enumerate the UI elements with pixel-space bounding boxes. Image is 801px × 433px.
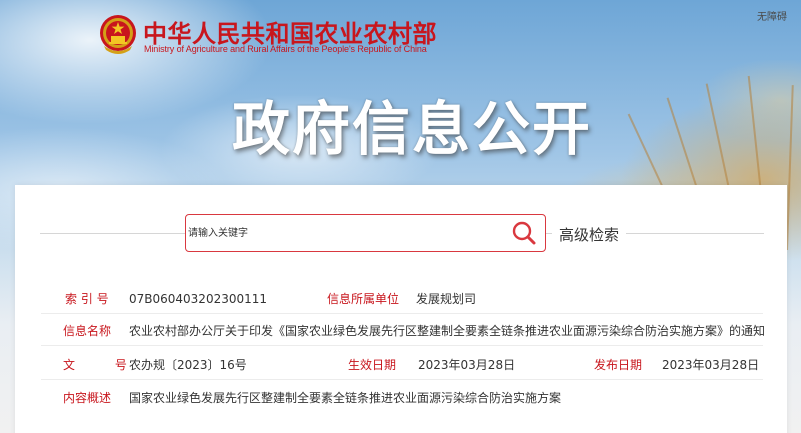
search-input[interactable] (186, 215, 503, 251)
accessibility-link[interactable]: 无障碍 (757, 8, 787, 23)
effective-value: 2023年03月28日 (418, 358, 516, 372)
index-label: 索 引 号 (65, 292, 109, 306)
name-value: 农业农村部办公厅关于印发《国家农业绿色发展先行区整建制全要素全链条推进农业面源污… (129, 324, 766, 338)
info-row-summary: 内容概述 国家农业绿色发展先行区整建制全要素全链条推进农业面源污染综合防治实施方… (41, 383, 763, 413)
publish-label: 发布日期 (594, 358, 643, 372)
name-label: 信息名称 (63, 324, 112, 338)
doc-value: 农办规〔2023〕16号 (129, 358, 247, 372)
info-row-docnum: 文 号 农办规〔2023〕16号 生效日期 2023年03月28日 发布日期 2… (41, 350, 763, 380)
search-divider-left (40, 233, 185, 234)
search-button[interactable] (503, 215, 545, 251)
summary-value: 国家农业绿色发展先行区整建制全要素全链条推进农业面源污染综合防治实施方案 (129, 391, 562, 405)
search-divider-right (626, 233, 764, 234)
search-divider-mid (546, 233, 552, 234)
info-row-index: 索 引 号 07B060403202300111 信息所属单位 发展规划司 (41, 284, 763, 314)
unit-value: 发展规划司 (416, 292, 477, 306)
info-table: 索 引 号 07B060403202300111 信息所属单位 发展规划司 信息… (41, 276, 766, 416)
publish-value: 2023年03月28日 (662, 358, 760, 372)
summary-label: 内容概述 (63, 391, 112, 405)
ministry-name-en: Ministry of Agriculture and Rural Affair… (144, 44, 427, 54)
search-icon (512, 221, 536, 245)
search-box (185, 214, 546, 252)
info-row-name: 信息名称 农业农村部办公厅关于印发《国家农业绿色发展先行区整建制全要素全链条推进… (41, 316, 766, 346)
page-title: 政府信息公开 (232, 95, 593, 163)
effective-label: 生效日期 (348, 358, 397, 372)
advanced-search-link[interactable]: 高级检索 (559, 224, 619, 245)
national-emblem-icon[interactable] (98, 12, 138, 58)
unit-label: 信息所属单位 (327, 292, 400, 306)
index-value: 07B060403202300111 (129, 292, 268, 306)
